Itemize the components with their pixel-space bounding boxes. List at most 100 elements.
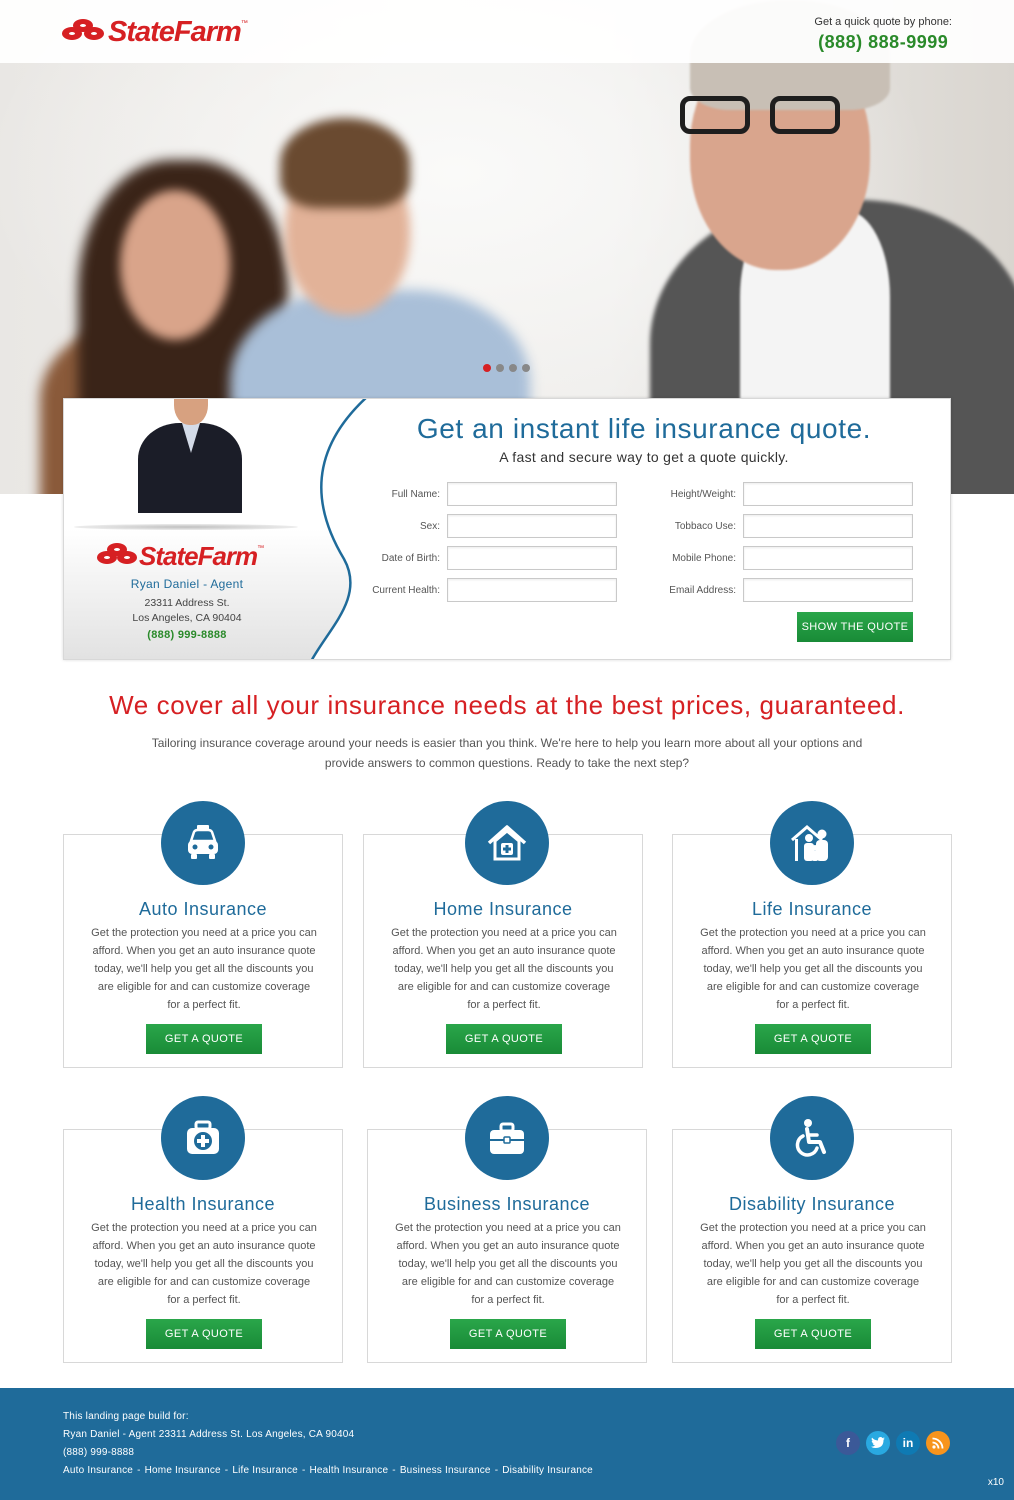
- twitter-icon[interactable]: [866, 1431, 890, 1455]
- slider-dots: [483, 364, 530, 372]
- card-disability-insurance: Disability Insurance Get the protection …: [672, 1096, 952, 1363]
- briefcase-icon: [465, 1096, 549, 1180]
- auto-get-quote-button[interactable]: GET A QUOTE: [146, 1024, 262, 1054]
- card-title: Health Insurance: [130, 1194, 276, 1214]
- phone-label: Get a quick quote by phone:: [814, 16, 952, 28]
- card-title: Auto Insurance: [138, 899, 268, 919]
- field-current-health-label: Current Health:: [372, 584, 440, 596]
- footer-link-business[interactable]: Business Insurance: [400, 1462, 491, 1480]
- card-title: Home Insurance: [433, 899, 573, 919]
- home-icon: [465, 801, 549, 885]
- rss-icon[interactable]: [926, 1431, 950, 1455]
- agent-photo: [134, 399, 244, 531]
- agent-phone-link[interactable]: (888) 999-8888: [74, 629, 300, 641]
- coverage-description: Tailoring insurance coverage around your…: [151, 736, 863, 770]
- agent-info: Ryan Daniel - Agent 23311 Address St. Lo…: [74, 577, 300, 641]
- car-icon: [161, 801, 245, 885]
- footer-link-home[interactable]: Home Insurance: [145, 1462, 221, 1480]
- slider-dot-3[interactable]: [509, 364, 517, 372]
- statefarm-logo[interactable]: StateFarm ™: [62, 16, 248, 49]
- agent-address: 23311 Address St. Los Angeles, CA 90404: [74, 596, 300, 626]
- field-email-address: Email Address:: [650, 578, 913, 602]
- phone-number-link[interactable]: (888) 888-9999: [814, 32, 952, 53]
- slider-dot-4[interactable]: [522, 364, 530, 372]
- quote-panel: StateFarm ™ Ryan Daniel - Agent 23311 Ad…: [63, 398, 951, 660]
- agent-name: Ryan Daniel - Agent: [130, 577, 244, 591]
- field-tobacco-use-label: Tobbaco Use:: [674, 520, 736, 532]
- current-health-input[interactable]: [447, 578, 617, 602]
- footer-link-separator: -: [224, 1465, 229, 1476]
- full-name-input[interactable]: [447, 482, 617, 506]
- family-icon: [770, 801, 854, 885]
- card-text: Get the protection you need at a price y…: [391, 927, 617, 1011]
- life-get-quote-button[interactable]: GET A QUOTE: [755, 1024, 871, 1054]
- field-mobile-phone-label: Mobile Phone:: [672, 552, 736, 564]
- card-text: Get the protection you need at a price y…: [700, 927, 926, 1011]
- footer-link-disability[interactable]: Disability Insurance: [502, 1462, 593, 1480]
- health-get-quote-button[interactable]: GET A QUOTE: [146, 1319, 262, 1349]
- footer-link-separator: -: [137, 1465, 141, 1476]
- footer-link-separator: -: [301, 1465, 306, 1476]
- logo-text: StateFarm: [139, 541, 258, 571]
- height-weight-input[interactable]: [743, 482, 913, 506]
- footer-link-separator: -: [392, 1465, 396, 1476]
- footer-line-intro: This landing page build for:: [63, 1411, 189, 1422]
- agent-divider: [74, 524, 298, 530]
- disability-get-quote-button[interactable]: GET A QUOTE: [755, 1319, 871, 1349]
- card-text: Get the protection you need at a price y…: [91, 1222, 317, 1306]
- tobacco-use-input[interactable]: [743, 514, 913, 538]
- card-life-insurance: Life Insurance Get the protection you ne…: [672, 801, 952, 1068]
- sex-input[interactable]: [447, 514, 617, 538]
- email-address-input[interactable]: [743, 578, 913, 602]
- field-full-name-label: Full Name:: [391, 488, 440, 500]
- field-mobile-phone: Mobile Phone:: [650, 546, 913, 570]
- logo-ovals-icon: [97, 542, 137, 572]
- card-title: Business Insurance: [423, 1194, 591, 1214]
- agent-statefarm-logo: StateFarm ™: [97, 541, 264, 572]
- linkedin-icon[interactable]: in: [896, 1431, 920, 1455]
- business-get-quote-button[interactable]: GET A QUOTE: [450, 1319, 566, 1349]
- footer-line-phone: (888) 999-8888: [63, 1447, 135, 1458]
- card-title: Disability Insurance: [728, 1194, 896, 1214]
- card-auto-insurance: Auto Insurance Get the protection you ne…: [63, 801, 343, 1068]
- site-header: StateFarm ™ Get a quick quote by phone: …: [0, 0, 1014, 63]
- hero-photo-woman-face: [120, 190, 230, 340]
- footer-link-separator: -: [494, 1465, 499, 1476]
- footer-line-agent: Ryan Daniel - Agent 23311 Address St. Lo…: [63, 1429, 355, 1440]
- footer-link-health[interactable]: Health Insurance: [309, 1462, 388, 1480]
- mobile-phone-input[interactable]: [743, 546, 913, 570]
- field-full-name: Full Name:: [354, 482, 617, 506]
- card-text: Get the protection you need at a price y…: [395, 1222, 621, 1306]
- card-text: Get the protection you need at a price y…: [700, 1222, 926, 1306]
- card-text: Get the protection you need at a price y…: [91, 927, 317, 1011]
- agent-address-line1: 23311 Address St.: [144, 597, 230, 609]
- logo-trademark: ™: [240, 20, 248, 27]
- card-health-insurance: Health Insurance Get the protection you …: [63, 1096, 343, 1363]
- site-footer: This landing page build for: Ryan Daniel…: [0, 1388, 1014, 1500]
- slider-dot-2[interactable]: [496, 364, 504, 372]
- agent-address-line2: Los Angeles, CA 90404: [132, 612, 242, 624]
- footer-link-life[interactable]: Life Insurance: [232, 1462, 298, 1480]
- field-email-address-label: Email Address:: [669, 584, 736, 596]
- field-height-weight: Height/Weight:: [650, 482, 913, 506]
- home-get-quote-button[interactable]: GET A QUOTE: [446, 1024, 562, 1054]
- field-date-of-birth: Date of Birth:: [354, 546, 617, 570]
- wheelchair-icon: [770, 1096, 854, 1180]
- field-sex-label: Sex:: [419, 520, 440, 532]
- field-tobacco-use: Tobbaco Use:: [650, 514, 913, 538]
- field-date-of-birth-label: Date of Birth:: [381, 552, 440, 564]
- quote-form: Get an instant life insurance quote. A f…: [354, 399, 950, 659]
- quote-form-title: Get an instant life insurance quote.: [416, 413, 872, 444]
- logo-ovals-icon: [62, 18, 106, 48]
- footer-link-auto[interactable]: Auto Insurance: [63, 1462, 133, 1480]
- logo-trademark: ™: [257, 545, 265, 552]
- footer-corner-text: x10: [987, 1477, 1004, 1488]
- date-of-birth-input[interactable]: [447, 546, 617, 570]
- facebook-icon[interactable]: f: [836, 1431, 860, 1455]
- slider-dot-1[interactable]: [483, 364, 491, 372]
- quote-form-subtitle: A fast and secure way to get a quote qui…: [499, 449, 789, 465]
- show-quote-button[interactable]: SHOW THE QUOTE: [797, 612, 913, 642]
- coverage-title: We cover all your insurance needs at the…: [109, 690, 905, 720]
- field-sex: Sex:: [354, 514, 617, 538]
- footer-info: This landing page build for: Ryan Daniel…: [63, 1408, 593, 1480]
